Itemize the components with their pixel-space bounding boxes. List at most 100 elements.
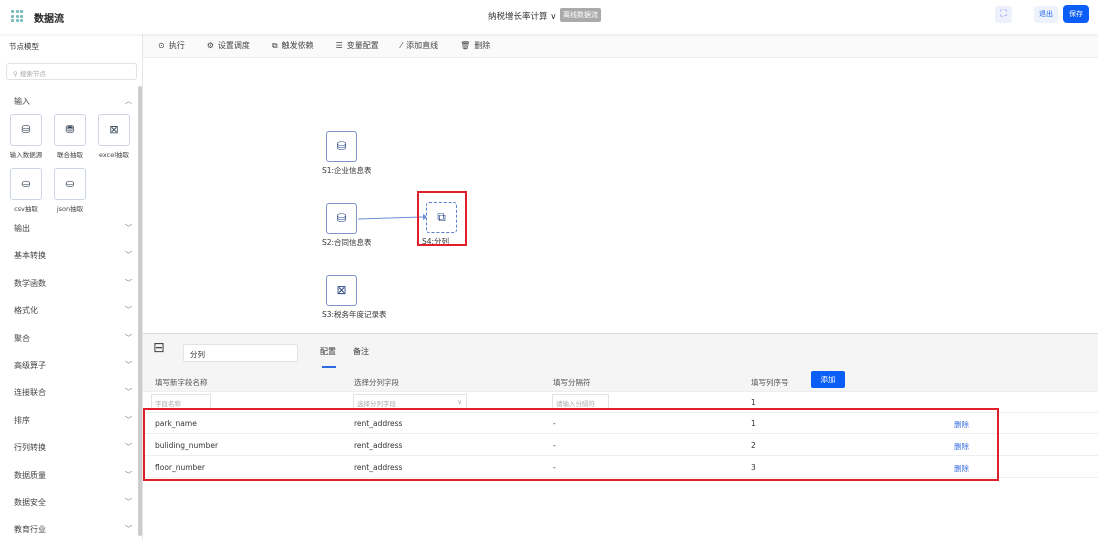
node-type-1[interactable]: ⛃ 联合抽取 [46, 114, 95, 159]
category-label: 数学函数 [14, 278, 46, 288]
column-header: 选择分列字段 [354, 378, 399, 387]
index-value: 1 [751, 398, 756, 407]
category-label: 高级算子 [14, 361, 46, 370]
category-item[interactable]: 基本转换 ﹀ [14, 250, 132, 261]
node-type-0[interactable]: ⛁ 输入数据源 [2, 114, 51, 159]
category-item[interactable]: 连接联合 ﹀ [14, 387, 132, 398]
toolbar-label: 执行 [168, 41, 185, 50]
database-icon: ⛁ [10, 114, 42, 146]
sidebar-scrollbar[interactable] [138, 86, 142, 536]
node-type-label: csv抽取 [14, 205, 38, 213]
category-item[interactable]: 高级算子 ﹀ [14, 360, 132, 371]
toolbar-button[interactable]: ⁄ 添加直线 [401, 40, 438, 51]
flow-name-dropdown[interactable]: 纳税增长率计算 ∨ [488, 10, 556, 22]
sidebar-title: 节点模型 [9, 42, 39, 51]
chevron-down-icon: ﹀ [125, 498, 132, 506]
category-item[interactable]: 行列转换 ﹀ [14, 442, 132, 453]
chevron-down-icon: ∨ [550, 12, 557, 22]
save-button[interactable]: 保存 [1063, 5, 1089, 23]
chevron-down-icon: ﹀ [125, 470, 132, 479]
column-header: 填写列序号 [751, 378, 789, 387]
flow-type-badge: 离线数据流 [560, 8, 601, 22]
search-placeholder: 搜索节点 [19, 70, 46, 78]
category-item[interactable]: 教育行业 ﹀ [14, 524, 132, 535]
toolbar-button[interactable]: ☰ 变量配置 [336, 40, 379, 51]
category-item[interactable]: 格式化 ﹀ [14, 305, 132, 316]
active-tab-indicator [322, 366, 336, 368]
table-header: 填写新字段名称 选择分列字段 填写分隔符 填写列序号 [143, 371, 1098, 392]
node-name-input[interactable]: 分列 [183, 344, 298, 362]
toolbar-label: 变量配置 [346, 41, 379, 50]
chevron-down-icon: ﹀ [125, 443, 132, 452]
node-type-label: 输入数据源 [9, 151, 43, 159]
chevron-up-icon: ︿ [125, 97, 132, 105]
highlight-split-rows [143, 408, 999, 481]
flow-canvas[interactable]: ⛁ S1:企业信息表 ⛁ S2:合同信息表 ⊠ S3:税务年度记录表 ⧉ S4:分列 [143, 58, 1098, 333]
column-header: 填写分隔符 [553, 378, 591, 387]
category-label: 格式化 [14, 306, 38, 316]
fullscreen-icon[interactable]: ⛶ [995, 6, 1012, 23]
node-type-3[interactable]: ⛀ csv抽取 [2, 168, 51, 213]
chevron-down-icon: ﹀ [125, 278, 132, 287]
excel-icon: ⊠ [326, 275, 357, 306]
database-icon: ⛁ [326, 203, 357, 234]
category-item[interactable]: 数学函数 ﹀ [14, 278, 132, 289]
node-type-label: 联合抽取 [57, 151, 83, 159]
category-item[interactable]: 输出 ﹀ [14, 223, 132, 234]
chevron-down-icon: ∨ [457, 398, 462, 406]
category-label: 数据质量 [14, 470, 46, 480]
category-item[interactable]: 聚合 ﹀ [14, 333, 132, 344]
node-s2[interactable]: ⛁ S2:合同信息表 [322, 203, 372, 248]
chevron-down-icon: ﹀ [125, 525, 132, 534]
node-type-2[interactable]: ⊠ excel抽取 [90, 114, 139, 159]
node-s3[interactable]: ⊠ S3:税务年度记录表 [322, 275, 387, 320]
search-icon: ⚲ [13, 70, 18, 78]
exit-button[interactable]: 退出 [1034, 6, 1058, 23]
category-label: 聚合 [14, 333, 30, 343]
highlight-selected-node [417, 191, 467, 246]
chevron-down-icon: ﹀ [125, 224, 132, 232]
category-label: 连接联合 [14, 388, 46, 398]
node-label: S1:企业信息表 [322, 166, 372, 175]
category-item[interactable]: 排序 ﹀ [14, 415, 132, 426]
database-icon: ⛁ [326, 131, 357, 162]
chevron-down-icon: ﹀ [125, 306, 132, 315]
toolbar-label: 设置调度 [217, 41, 250, 50]
header: 数据流 纳税增长率计算 ∨ 离线数据流 ⛶ 退出 保存 [0, 0, 1098, 34]
edge-s2-s4 [357, 214, 428, 220]
node-label: S2:合同信息表 [322, 238, 372, 247]
node-s1[interactable]: ⛁ S1:企业信息表 [322, 131, 372, 176]
split-icon: ⊟ [153, 340, 165, 356]
toolbar-button[interactable]: ⊙ 执行 [158, 40, 185, 51]
toolbar-label: 触发依赖 [281, 41, 314, 50]
chevron-down-icon: ﹀ [125, 251, 132, 260]
category-item[interactable]: 数据质量 ﹀ [14, 470, 132, 481]
flow-name: 纳税增长率计算 [488, 12, 548, 22]
toolbar-button[interactable]: ⚙ 设置调度 [207, 40, 250, 51]
toolbar-icon: ⁄ [400, 41, 403, 50]
toolbar-icon: ⚙ [206, 41, 214, 50]
node-type-label: excel抽取 [99, 151, 129, 159]
app-grid-icon[interactable] [11, 10, 23, 22]
search-nodes-input[interactable]: ⚲ 搜索节点 [6, 63, 137, 80]
tab-notes[interactable]: 备注 [353, 346, 369, 357]
select-placeholder: 选择分列字段 [357, 400, 396, 408]
category-input[interactable]: 输入 ︿ [14, 96, 132, 107]
category-item[interactable]: 数据安全 ﹀ [14, 497, 132, 508]
category-label: 基本转换 [14, 251, 46, 261]
tab-config[interactable]: 配置 [320, 346, 336, 357]
category-label: 输出 [14, 224, 30, 233]
chevron-down-icon: ﹀ [125, 361, 132, 369]
toolbar-label: 删除 [474, 41, 491, 50]
toolbar-label: 添加直线 [406, 41, 439, 50]
toolbar-button[interactable]: ⧉ 触发依赖 [272, 40, 314, 51]
chevron-down-icon: ﹀ [125, 388, 132, 397]
add-button[interactable]: 添加 [811, 371, 845, 388]
node-type-label: json抽取 [56, 205, 84, 213]
excel-icon: ⊠ [98, 114, 130, 146]
toolbar-icon: ☰ [335, 41, 343, 50]
toolbar: ⊙ 执行 ⚙ 设置调度 ⧉ 触发依赖 ☰ 变量配置 ⁄ 添加直线 🗑 删除 [143, 34, 1098, 58]
toolbar-button[interactable]: 🗑 删除 [460, 40, 490, 51]
node-label: S3:税务年度记录表 [322, 310, 387, 319]
node-type-4[interactable]: ⛀ json抽取 [46, 168, 95, 213]
